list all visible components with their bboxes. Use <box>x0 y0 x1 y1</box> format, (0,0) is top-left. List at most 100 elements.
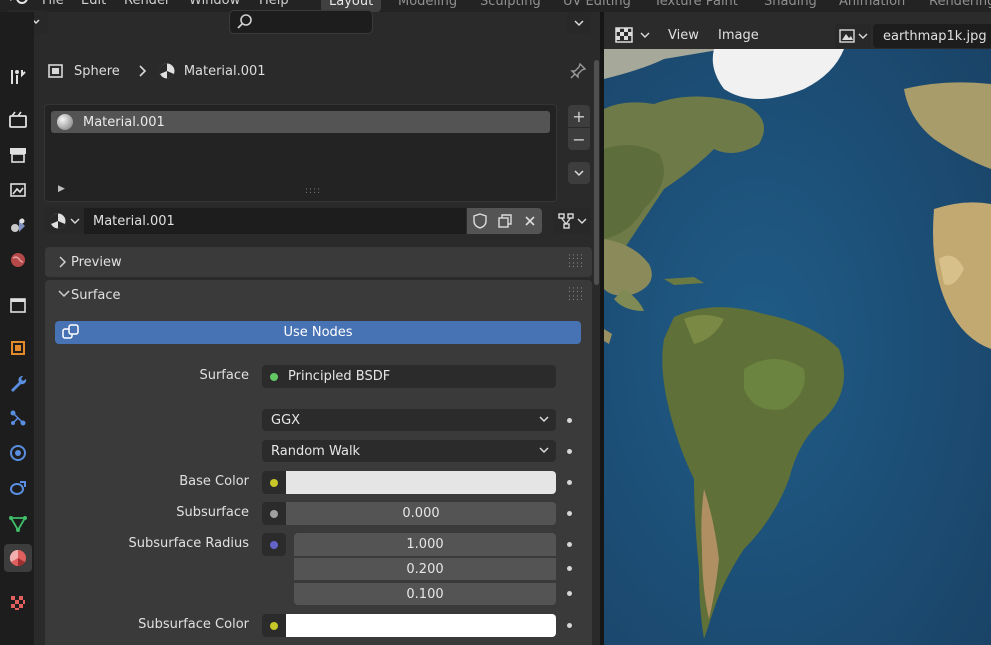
tab-physics[interactable] <box>4 439 32 467</box>
duplicate-material-button[interactable] <box>492 208 517 234</box>
drag-handle-icon[interactable]: :::::::: <box>568 286 584 303</box>
menu-file[interactable]: File <box>42 0 64 8</box>
tab-view-layer[interactable] <box>4 176 32 204</box>
keyframe-dot-icon[interactable] <box>567 418 572 423</box>
wrench-icon <box>11 375 27 392</box>
tab-sculpting[interactable]: Sculpting <box>472 0 549 12</box>
subsurface-value-field[interactable]: 0.000 <box>286 502 556 525</box>
properties-search-input[interactable] <box>229 10 373 34</box>
subsurface-method-dropdown[interactable]: Random Walk <box>262 440 556 462</box>
tab-texture-paint[interactable]: Texture Paint <box>646 0 746 12</box>
image-name-field[interactable]: earthmap1k.jpg <box>873 24 991 48</box>
menu-render[interactable]: Render <box>124 0 170 8</box>
render-icon <box>9 111 27 128</box>
unlink-material-button[interactable] <box>517 208 542 234</box>
keyframe-dot-icon[interactable] <box>567 566 572 571</box>
keyframe-dot-icon[interactable] <box>567 449 572 454</box>
close-icon <box>524 216 535 226</box>
tab-scene[interactable] <box>4 211 32 239</box>
list-resize-grip-icon[interactable]: :::: <box>305 186 321 196</box>
output-icon <box>10 148 26 163</box>
particles-icon <box>10 410 26 426</box>
chevron-down-icon <box>539 447 549 454</box>
tab-animation[interactable]: Animation <box>831 0 913 12</box>
add-slot-button[interactable]: + <box>568 105 590 127</box>
remove-slot-button[interactable]: − <box>568 128 590 150</box>
preview-section-header[interactable]: Preview :::::::: <box>45 247 592 277</box>
tab-modifiers[interactable] <box>4 369 32 397</box>
menu-edit[interactable]: Edit <box>81 0 106 8</box>
keyframe-dot-icon[interactable] <box>567 623 572 628</box>
scene-icon <box>11 218 25 232</box>
tab-uv-editing[interactable]: UV Editing <box>555 0 639 12</box>
subsurface-radius-label: Subsurface Radius <box>128 536 249 551</box>
keyframe-dot-icon[interactable] <box>567 480 572 485</box>
keyframe-dot-icon[interactable] <box>567 511 572 516</box>
tab-texture[interactable] <box>4 589 32 617</box>
slot-specials-dropdown[interactable] <box>568 162 590 184</box>
keyframe-dot-icon[interactable] <box>567 542 572 547</box>
tab-render[interactable] <box>4 106 32 134</box>
subsurface-radius-x-field[interactable]: 1.000 <box>294 533 556 556</box>
blender-logo-icon[interactable] <box>8 0 30 10</box>
tab-particles[interactable] <box>4 404 32 432</box>
earth-texture-image[interactable] <box>604 49 991 645</box>
tab-world[interactable] <box>4 246 32 274</box>
surface-section-header[interactable]: Surface :::::::: <box>45 280 592 310</box>
texture-checker-icon <box>11 596 25 610</box>
image-editor-type-selector[interactable] <box>614 24 650 46</box>
mesh-data-icon <box>9 516 27 532</box>
material-name-field[interactable]: Material.001 <box>84 208 466 234</box>
tab-constraints[interactable] <box>4 474 32 502</box>
material-slot-item[interactable]: Material.001 <box>51 111 550 133</box>
tab-tool[interactable] <box>4 63 32 91</box>
subsurface-radius-socket[interactable] <box>262 533 286 556</box>
menu-image[interactable]: Image <box>718 24 759 46</box>
keyframe-dot-icon[interactable] <box>567 591 572 596</box>
drag-handle-icon[interactable]: :::::::: <box>568 253 584 270</box>
subsurface-radius-z-field[interactable]: 0.100 <box>294 582 556 605</box>
base-color-swatch[interactable] <box>286 471 556 494</box>
tab-object[interactable] <box>4 334 32 362</box>
chevron-down-icon <box>577 218 587 224</box>
socket-dot-icon <box>270 621 278 630</box>
distribution-value: GGX <box>271 412 301 428</box>
tab-object-data[interactable] <box>4 509 32 537</box>
tab-modeling[interactable]: Modeling <box>390 0 465 12</box>
menu-help[interactable]: Help <box>259 0 289 8</box>
duplicate-icon <box>497 214 512 228</box>
surface-shader-selector[interactable]: Principled BSDF <box>262 365 556 388</box>
material-preview-ball-icon <box>57 114 73 130</box>
fake-user-button[interactable] <box>467 208 492 234</box>
browse-image-button[interactable] <box>835 24 871 48</box>
list-expand-triangle-icon[interactable]: ▶ <box>58 184 65 194</box>
preview-section-label: Preview <box>71 254 122 270</box>
tab-collection[interactable] <box>4 291 32 319</box>
properties-scrollbar[interactable] <box>594 60 599 285</box>
base-color-socket[interactable] <box>262 471 286 494</box>
menu-window[interactable]: Window <box>189 0 240 8</box>
use-nodes-button[interactable]: Use Nodes <box>55 321 581 344</box>
subsurface-socket[interactable] <box>262 502 286 525</box>
subsurface-radius-y-field[interactable]: 0.200 <box>294 557 556 580</box>
menu-view[interactable]: View <box>668 24 699 46</box>
tab-rendering[interactable]: Rendering <box>921 0 991 12</box>
subsurface-color-socket[interactable] <box>262 614 286 637</box>
material-icon <box>9 549 26 567</box>
tab-output[interactable] <box>4 141 32 169</box>
pin-icon[interactable] <box>569 62 587 84</box>
image-editor-header: View Image earthmap1k.jpg <box>604 20 991 49</box>
tab-shading[interactable]: Shading <box>756 0 825 12</box>
subsurface-method-value: Random Walk <box>271 443 361 459</box>
chevron-down-icon <box>574 170 584 177</box>
tab-material[interactable] <box>4 544 32 572</box>
world-icon <box>11 253 25 267</box>
subsurface-color-swatch[interactable] <box>286 614 556 637</box>
node-tree-type-dropdown[interactable] <box>553 208 591 234</box>
image-icon <box>839 29 855 43</box>
distribution-dropdown[interactable]: GGX <box>262 409 556 431</box>
header-options-dropdown[interactable] <box>567 12 591 34</box>
constraints-icon <box>10 481 26 495</box>
shader-socket-dot-icon <box>270 373 278 381</box>
browse-material-button[interactable] <box>44 208 84 234</box>
